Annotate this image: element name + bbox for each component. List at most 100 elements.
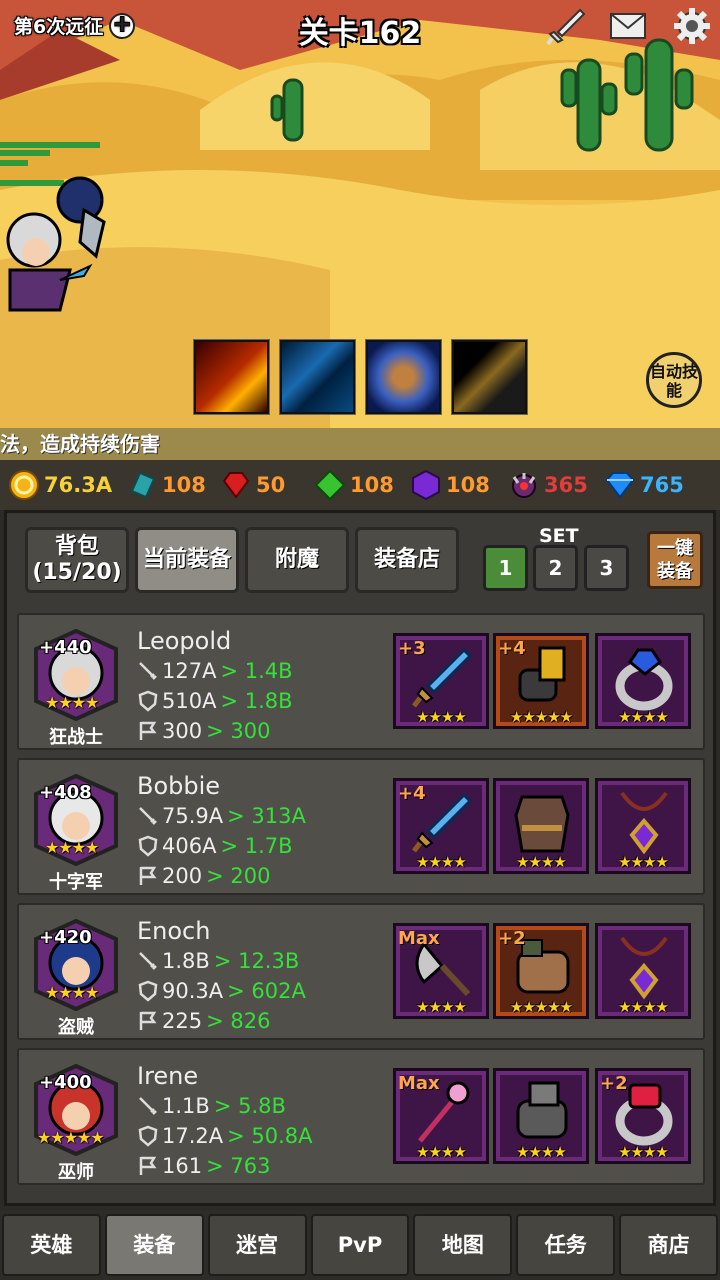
nav-labyrinth[interactable]: 迷宫 bbox=[207, 1214, 307, 1276]
skill-bar bbox=[194, 340, 527, 414]
green-gem-value: 108 bbox=[350, 473, 394, 497]
equipment-slot-1[interactable]: Max ★★★★ bbox=[393, 1068, 489, 1164]
equipment-slot-1[interactable]: Max ★★★★ bbox=[393, 923, 489, 1019]
tab-current-equipment[interactable]: 当前装备 bbox=[135, 527, 239, 593]
skill-shadow-strike[interactable] bbox=[452, 340, 527, 414]
set-label: SET bbox=[539, 525, 579, 547]
flag-value: 200 bbox=[162, 864, 203, 888]
equipment-slot-2[interactable]: +2 ★★★★★ bbox=[493, 923, 589, 1019]
nav-equipment[interactable]: 装备 bbox=[104, 1214, 204, 1276]
defense-stat: 90.3A > 602A bbox=[137, 979, 306, 1003]
auto-skill-button[interactable]: 自动技能 bbox=[646, 352, 702, 408]
equipment-slot-3[interactable]: ★★★★ bbox=[595, 923, 691, 1019]
sword-icon[interactable] bbox=[546, 6, 586, 46]
mail-icon[interactable] bbox=[608, 6, 648, 46]
attack-value: 1.1B bbox=[162, 1094, 210, 1118]
gear-icon[interactable] bbox=[672, 6, 712, 46]
equipment-slot-2[interactable]: +4 ★★★★★ bbox=[493, 633, 589, 729]
sword-icon bbox=[139, 1097, 157, 1115]
tab-equipment-shop[interactable]: 装备店 bbox=[355, 527, 459, 593]
item-stars: ★★★★★ bbox=[509, 708, 573, 726]
equipment-slot-2[interactable]: ★★★★ bbox=[493, 778, 589, 874]
hero-level-bonus: +400 bbox=[39, 1072, 92, 1093]
hero-stars: ★★★★ bbox=[45, 838, 99, 857]
attack-stat: 1.8B > 12.3B bbox=[137, 949, 299, 973]
item-stars: ★★★★★ bbox=[509, 998, 573, 1016]
hero-class: 盗贼 bbox=[58, 1017, 94, 1038]
defense-value: 406A bbox=[162, 834, 217, 858]
set-button-2[interactable]: 2 bbox=[533, 545, 578, 591]
hero-stars: ★★★★ bbox=[45, 693, 99, 712]
hero-class: 巫师 bbox=[58, 1162, 94, 1183]
nav-heroes[interactable]: 英雄 bbox=[2, 1214, 101, 1276]
flag-icon bbox=[139, 1011, 157, 1030]
amulet-icon bbox=[620, 936, 668, 1000]
nav-map[interactable]: 地图 bbox=[413, 1214, 513, 1276]
equipment-slot-2[interactable]: ★★★★ bbox=[493, 1068, 589, 1164]
gold-coin-icon bbox=[9, 470, 39, 500]
hero-row[interactable]: +400 ★★★★★ 巫师 Irene 1.1B > 5.8B 17.2A > … bbox=[17, 1048, 705, 1185]
hero-stars: ★★★★ bbox=[45, 983, 99, 1002]
skill-shield[interactable] bbox=[366, 340, 441, 414]
currency-bar: 76.3A 108 50 108 108 365 765 bbox=[0, 460, 720, 510]
green-gem-icon bbox=[314, 469, 346, 501]
enhance-level: +2 bbox=[498, 928, 526, 949]
defense-next-value: > 50.8A bbox=[227, 1124, 313, 1148]
shield-icon bbox=[138, 1125, 158, 1147]
hero-name: Leopold bbox=[137, 627, 232, 655]
equipment-slot-1[interactable]: +4 ★★★★ bbox=[393, 778, 489, 874]
top-bar: 第6次远征 + 关卡162 bbox=[0, 0, 720, 54]
nav-shop[interactable]: 商店 bbox=[619, 1214, 719, 1276]
defense-value: 17.2A bbox=[162, 1124, 224, 1148]
flag-stat: 225 > 826 bbox=[137, 1009, 270, 1033]
gauntlet-steel-icon bbox=[516, 1081, 568, 1139]
item-stars: ★★★★ bbox=[618, 998, 669, 1016]
skill-fireball[interactable] bbox=[194, 340, 269, 414]
diamond-icon bbox=[605, 472, 635, 499]
hero-portrait[interactable]: +408 ★★★★ bbox=[31, 773, 121, 867]
hero-portrait[interactable]: +400 ★★★★★ bbox=[31, 1063, 121, 1157]
gold-value: 76.3A bbox=[44, 473, 113, 497]
hero-row[interactable]: +440 ★★★★ 狂战士 Leopold 127A > 1.4B 510A >… bbox=[17, 613, 705, 750]
equipment-slot-3[interactable]: ★★★★ bbox=[595, 778, 691, 874]
flag-value: 161 bbox=[162, 1154, 203, 1178]
flag-next-value: > 826 bbox=[206, 1009, 271, 1033]
armor-icon bbox=[514, 795, 570, 853]
red-gem-value: 50 bbox=[256, 473, 286, 497]
teal-crystal-currency: 108 bbox=[126, 469, 206, 501]
flag-icon bbox=[139, 866, 157, 885]
gold-currency: 76.3A bbox=[8, 469, 112, 501]
flag-stat: 300 > 300 bbox=[137, 719, 270, 743]
defense-stat: 17.2A > 50.8A bbox=[137, 1124, 313, 1148]
flag-value: 225 bbox=[162, 1009, 203, 1033]
tab-backpack[interactable]: 背包 (15/20) bbox=[25, 527, 129, 593]
item-stars: ★★★★ bbox=[618, 853, 669, 871]
item-stars: ★★★★ bbox=[416, 998, 467, 1016]
nav-quests[interactable]: 任务 bbox=[516, 1214, 616, 1276]
defense-stat: 406A > 1.7B bbox=[137, 834, 293, 858]
ring-sapphire-icon bbox=[615, 648, 673, 711]
equip-all-button[interactable]: 一键装备 bbox=[647, 531, 703, 589]
enhance-level: +3 bbox=[398, 638, 426, 659]
attack-value: 127A bbox=[162, 659, 217, 683]
red-gem-icon bbox=[222, 472, 250, 499]
defense-stat: 510A > 1.8B bbox=[137, 689, 293, 713]
equipment-slot-3[interactable]: ★★★★ bbox=[595, 633, 691, 729]
attack-next-value: > 12.3B bbox=[213, 949, 300, 973]
enhance-level: +4 bbox=[498, 638, 526, 659]
sword-icon bbox=[139, 952, 157, 970]
flag-value: 300 bbox=[162, 719, 203, 743]
hero-portrait[interactable]: +440 ★★★★ bbox=[31, 628, 121, 722]
equipment-slot-1[interactable]: +3 ★★★★ bbox=[393, 633, 489, 729]
equipment-slot-3[interactable]: +2 ★★★★ bbox=[595, 1068, 691, 1164]
hero-portrait[interactable]: +420 ★★★★ bbox=[31, 918, 121, 1012]
tab-enchant[interactable]: 附魔 bbox=[245, 527, 349, 593]
skill-ice-slash[interactable] bbox=[280, 340, 355, 414]
enhance-level: +2 bbox=[600, 1073, 628, 1094]
nav-pvp[interactable]: PvP bbox=[310, 1214, 410, 1276]
hero-class: 十字军 bbox=[49, 872, 103, 893]
set-button-3[interactable]: 3 bbox=[584, 545, 629, 591]
hero-row[interactable]: +408 ★★★★ 十字军 Bobbie 75.9A > 313A 406A >… bbox=[17, 758, 705, 895]
hero-row[interactable]: +420 ★★★★ 盗贼 Enoch 1.8B > 12.3B 90.3A > … bbox=[17, 903, 705, 1040]
set-button-1[interactable]: 1 bbox=[483, 545, 528, 591]
